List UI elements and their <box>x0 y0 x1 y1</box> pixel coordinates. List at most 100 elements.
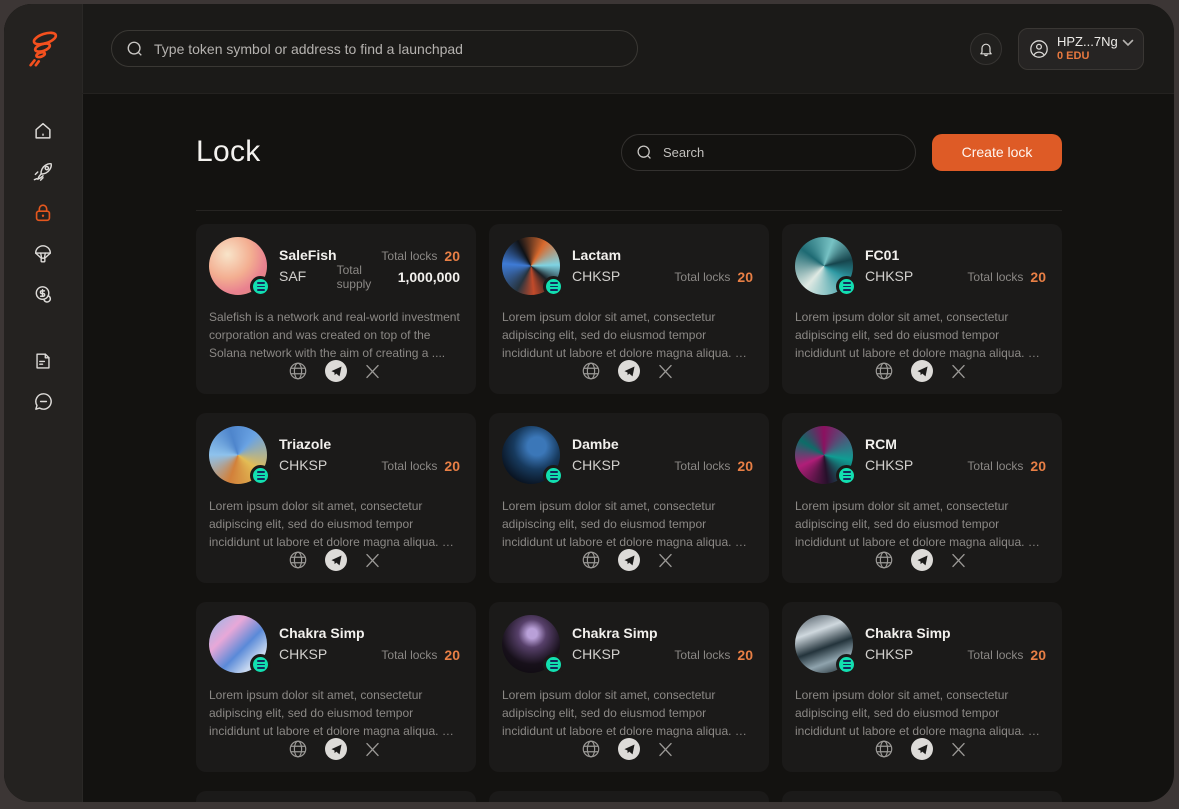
create-lock-button[interactable]: Create lock <box>932 134 1062 171</box>
x-icon[interactable] <box>657 741 674 758</box>
lock-icon <box>32 202 54 224</box>
website-globe-icon[interactable] <box>581 739 601 759</box>
token-card[interactable]: Chakra Simp CHKSP Total locks 20 Lorem i… <box>196 602 476 772</box>
x-icon[interactable] <box>657 363 674 380</box>
logo[interactable] <box>4 4 83 93</box>
sidebar-item-earn[interactable] <box>21 274 65 315</box>
x-icon[interactable] <box>364 552 381 569</box>
token-card-partial[interactable] <box>196 791 476 802</box>
sidebar-item-launchpad[interactable] <box>21 151 65 192</box>
topbar: HPZ...7Ng 0 EDU <box>4 4 1174 94</box>
x-icon[interactable] <box>950 741 967 758</box>
website-globe-icon[interactable] <box>874 361 894 381</box>
notifications-button[interactable] <box>970 33 1002 65</box>
support-chat-icon <box>32 390 55 413</box>
search-icon <box>636 144 653 161</box>
token-card-partial[interactable] <box>782 791 1062 802</box>
rocket-launchpad-icon <box>32 160 55 183</box>
token-card[interactable]: Chakra Simp CHKSP Total locks 20 Lorem i… <box>782 602 1062 772</box>
x-icon[interactable] <box>657 552 674 569</box>
x-icon[interactable] <box>364 363 381 380</box>
x-icon[interactable] <box>950 363 967 380</box>
website-globe-icon[interactable] <box>288 739 308 759</box>
sidebar-item-lock[interactable] <box>21 192 65 233</box>
telegram-icon[interactable] <box>325 549 347 571</box>
telegram-icon[interactable] <box>911 360 933 382</box>
token-symbol: CHKSP <box>572 455 620 476</box>
total-locks-label: Total locks <box>967 648 1023 662</box>
sidebar-item-airdrop[interactable] <box>21 233 65 274</box>
total-locks-value: 20 <box>444 248 460 264</box>
document-icon <box>32 350 54 372</box>
total-locks-label: Total locks <box>674 459 730 473</box>
token-symbol: CHKSP <box>572 644 658 665</box>
token-name: RCM <box>865 434 913 455</box>
app-window: HPZ...7Ng 0 EDU <box>4 4 1174 802</box>
x-icon[interactable] <box>950 552 967 569</box>
token-symbol: CHKSP <box>572 266 621 287</box>
token-description: Lorem ipsum dolor sit amet, consectetur … <box>209 686 460 738</box>
token-avatar <box>209 615 267 673</box>
home-icon <box>32 120 54 142</box>
lock-search-input[interactable] <box>663 145 901 160</box>
token-card[interactable]: Chakra Simp CHKSP Total locks 20 Lorem i… <box>489 602 769 772</box>
global-search[interactable] <box>111 30 638 67</box>
website-globe-icon[interactable] <box>581 550 601 570</box>
telegram-icon[interactable] <box>618 360 640 382</box>
total-supply-label: Total supply <box>337 263 391 291</box>
account-menu[interactable]: HPZ...7Ng 0 EDU <box>1018 28 1144 70</box>
token-name: Dambe <box>572 434 620 455</box>
total-locks-value: 20 <box>444 458 460 474</box>
telegram-icon[interactable] <box>618 549 640 571</box>
token-card[interactable]: Lactam CHKSP Total locks 20 Lorem ipsum … <box>489 224 769 394</box>
token-name: Chakra Simp <box>279 623 365 644</box>
telegram-icon[interactable] <box>325 738 347 760</box>
token-description: Lorem ipsum dolor sit amet, consectetur … <box>795 497 1046 549</box>
user-avatar-icon <box>1029 39 1049 59</box>
token-symbol: CHKSP <box>865 644 951 665</box>
lock-card-grid: SaleFish SAF Total locks 20 Total supply… <box>196 224 1062 802</box>
token-card-partial[interactable] <box>489 791 769 802</box>
tornado-logo-icon <box>24 29 62 69</box>
token-description: Lorem ipsum dolor sit amet, consectetur … <box>502 308 753 360</box>
token-name: SaleFish <box>279 245 337 266</box>
token-card[interactable]: FC01 CHKSP Total locks 20 Lorem ipsum do… <box>782 224 1062 394</box>
website-globe-icon[interactable] <box>874 550 894 570</box>
telegram-icon[interactable] <box>325 360 347 382</box>
page-header: Lock Create lock <box>196 94 1062 211</box>
sidebar <box>4 94 83 802</box>
token-name: FC01 <box>865 245 913 266</box>
coins-icon <box>32 283 55 306</box>
token-card[interactable]: Dambe CHKSP Total locks 20 Lorem ipsum d… <box>489 413 769 583</box>
total-locks-label: Total locks <box>381 648 437 662</box>
website-globe-icon[interactable] <box>288 550 308 570</box>
token-symbol: SAF <box>279 266 337 287</box>
total-locks-label: Total locks <box>674 270 730 284</box>
token-description: Lorem ipsum dolor sit amet, consectetur … <box>502 497 753 549</box>
token-description: Salefish is a network and real-world inv… <box>209 308 460 360</box>
global-search-input[interactable] <box>154 41 623 57</box>
token-avatar <box>502 426 560 484</box>
token-card[interactable]: Triazole CHKSP Total locks 20 Lorem ipsu… <box>196 413 476 583</box>
website-globe-icon[interactable] <box>874 739 894 759</box>
website-globe-icon[interactable] <box>288 361 308 381</box>
website-globe-icon[interactable] <box>581 361 601 381</box>
x-icon[interactable] <box>364 741 381 758</box>
solana-badge-icon <box>836 276 857 297</box>
token-card[interactable]: RCM CHKSP Total locks 20 Lorem ipsum dol… <box>782 413 1062 583</box>
sidebar-item-docs[interactable] <box>21 340 65 381</box>
solana-badge-icon <box>250 276 271 297</box>
sidebar-item-support[interactable] <box>21 381 65 422</box>
sidebar-item-home[interactable] <box>21 110 65 151</box>
token-card[interactable]: SaleFish SAF Total locks 20 Total supply… <box>196 224 476 394</box>
lock-search[interactable] <box>621 134 916 171</box>
telegram-icon[interactable] <box>911 738 933 760</box>
total-locks-value: 20 <box>1030 458 1046 474</box>
total-supply-value: 1,000,000 <box>398 269 460 285</box>
solana-badge-icon <box>543 654 564 675</box>
telegram-icon[interactable] <box>618 738 640 760</box>
telegram-icon[interactable] <box>911 549 933 571</box>
token-name: Chakra Simp <box>865 623 951 644</box>
airdrop-parachute-icon <box>32 243 54 265</box>
bell-icon <box>978 41 994 57</box>
